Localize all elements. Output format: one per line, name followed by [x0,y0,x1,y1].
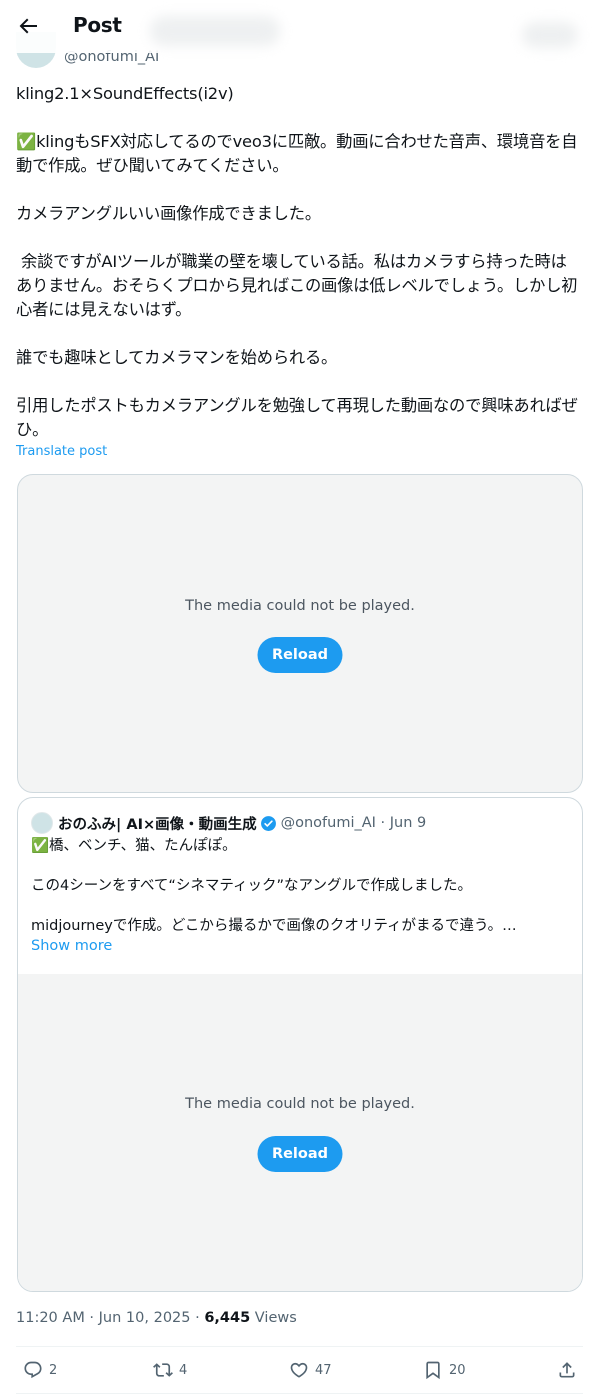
quoted-media-player[interactable]: The media could not be played. Reload [18,974,582,1291]
reply-count: 2 [49,1362,58,1378]
share-button[interactable] [557,1360,583,1380]
media-error-message: The media could not be played. [185,598,415,614]
divider-bottom [16,1393,583,1394]
reload-button[interactable]: Reload [257,637,343,673]
reply-icon [24,1361,42,1379]
like-count: 47 [315,1362,332,1378]
blurred-follow-chip [522,22,578,48]
heart-icon [290,1362,308,1378]
bookmark-count: 20 [449,1362,466,1378]
action-bar: 2 4 47 20 [0,1355,599,1387]
top-bar: Post [0,0,599,53]
quoted-post-text: ✅橋、ベンチ、猫、たんぽぽ。 この4シーンをすべて“シネマティック”なアングルで… [31,838,517,934]
repost-button[interactable]: 4 [153,1360,187,1380]
quoted-post-header: おのふみ| AI×画像・動画生成 @onofumi_AI · Jun 9 [31,812,426,834]
post-meta: 11:20 AM · Jun 10, 2025 · 6,445 Views [16,1310,297,1326]
media-player[interactable]: The media could not be played. Reload [17,474,583,793]
post-timestamp[interactable]: 11:20 AM · Jun 10, 2025 · [16,1310,204,1326]
views-count: 6,445 [204,1310,251,1326]
tweet-text: kling2.1×SoundEffects(i2v) ✅klingもSFX対応し… [16,84,578,439]
quoted-reload-button[interactable]: Reload [257,1136,343,1172]
bookmark-button[interactable]: 20 [423,1360,466,1380]
divider [16,1346,583,1347]
verified-badge-icon [260,815,276,831]
quoted-avatar[interactable] [31,812,53,834]
quoted-author-name[interactable]: おのふみ| AI×画像・動画生成 [58,813,257,834]
reply-button[interactable]: 2 [23,1360,57,1380]
translate-post-link[interactable]: Translate post [16,444,107,459]
views-label: Views [250,1310,297,1326]
show-more-link[interactable]: Show more [31,938,112,954]
like-button[interactable]: 47 [289,1360,332,1380]
quoted-post[interactable]: おのふみ| AI×画像・動画生成 @onofumi_AI · Jun 9 ✅橋、… [17,797,583,1292]
share-icon [559,1362,575,1378]
quoted-media-error-message: The media could not be played. [185,1096,415,1112]
back-arrow-icon[interactable] [16,14,40,38]
page-title: Post [73,13,122,37]
quoted-handle-date: @onofumi_AI · Jun 9 [280,815,427,831]
bookmark-icon [426,1361,440,1380]
repost-icon [153,1363,173,1377]
blurred-header-chip [150,16,280,46]
repost-count: 4 [179,1362,188,1378]
